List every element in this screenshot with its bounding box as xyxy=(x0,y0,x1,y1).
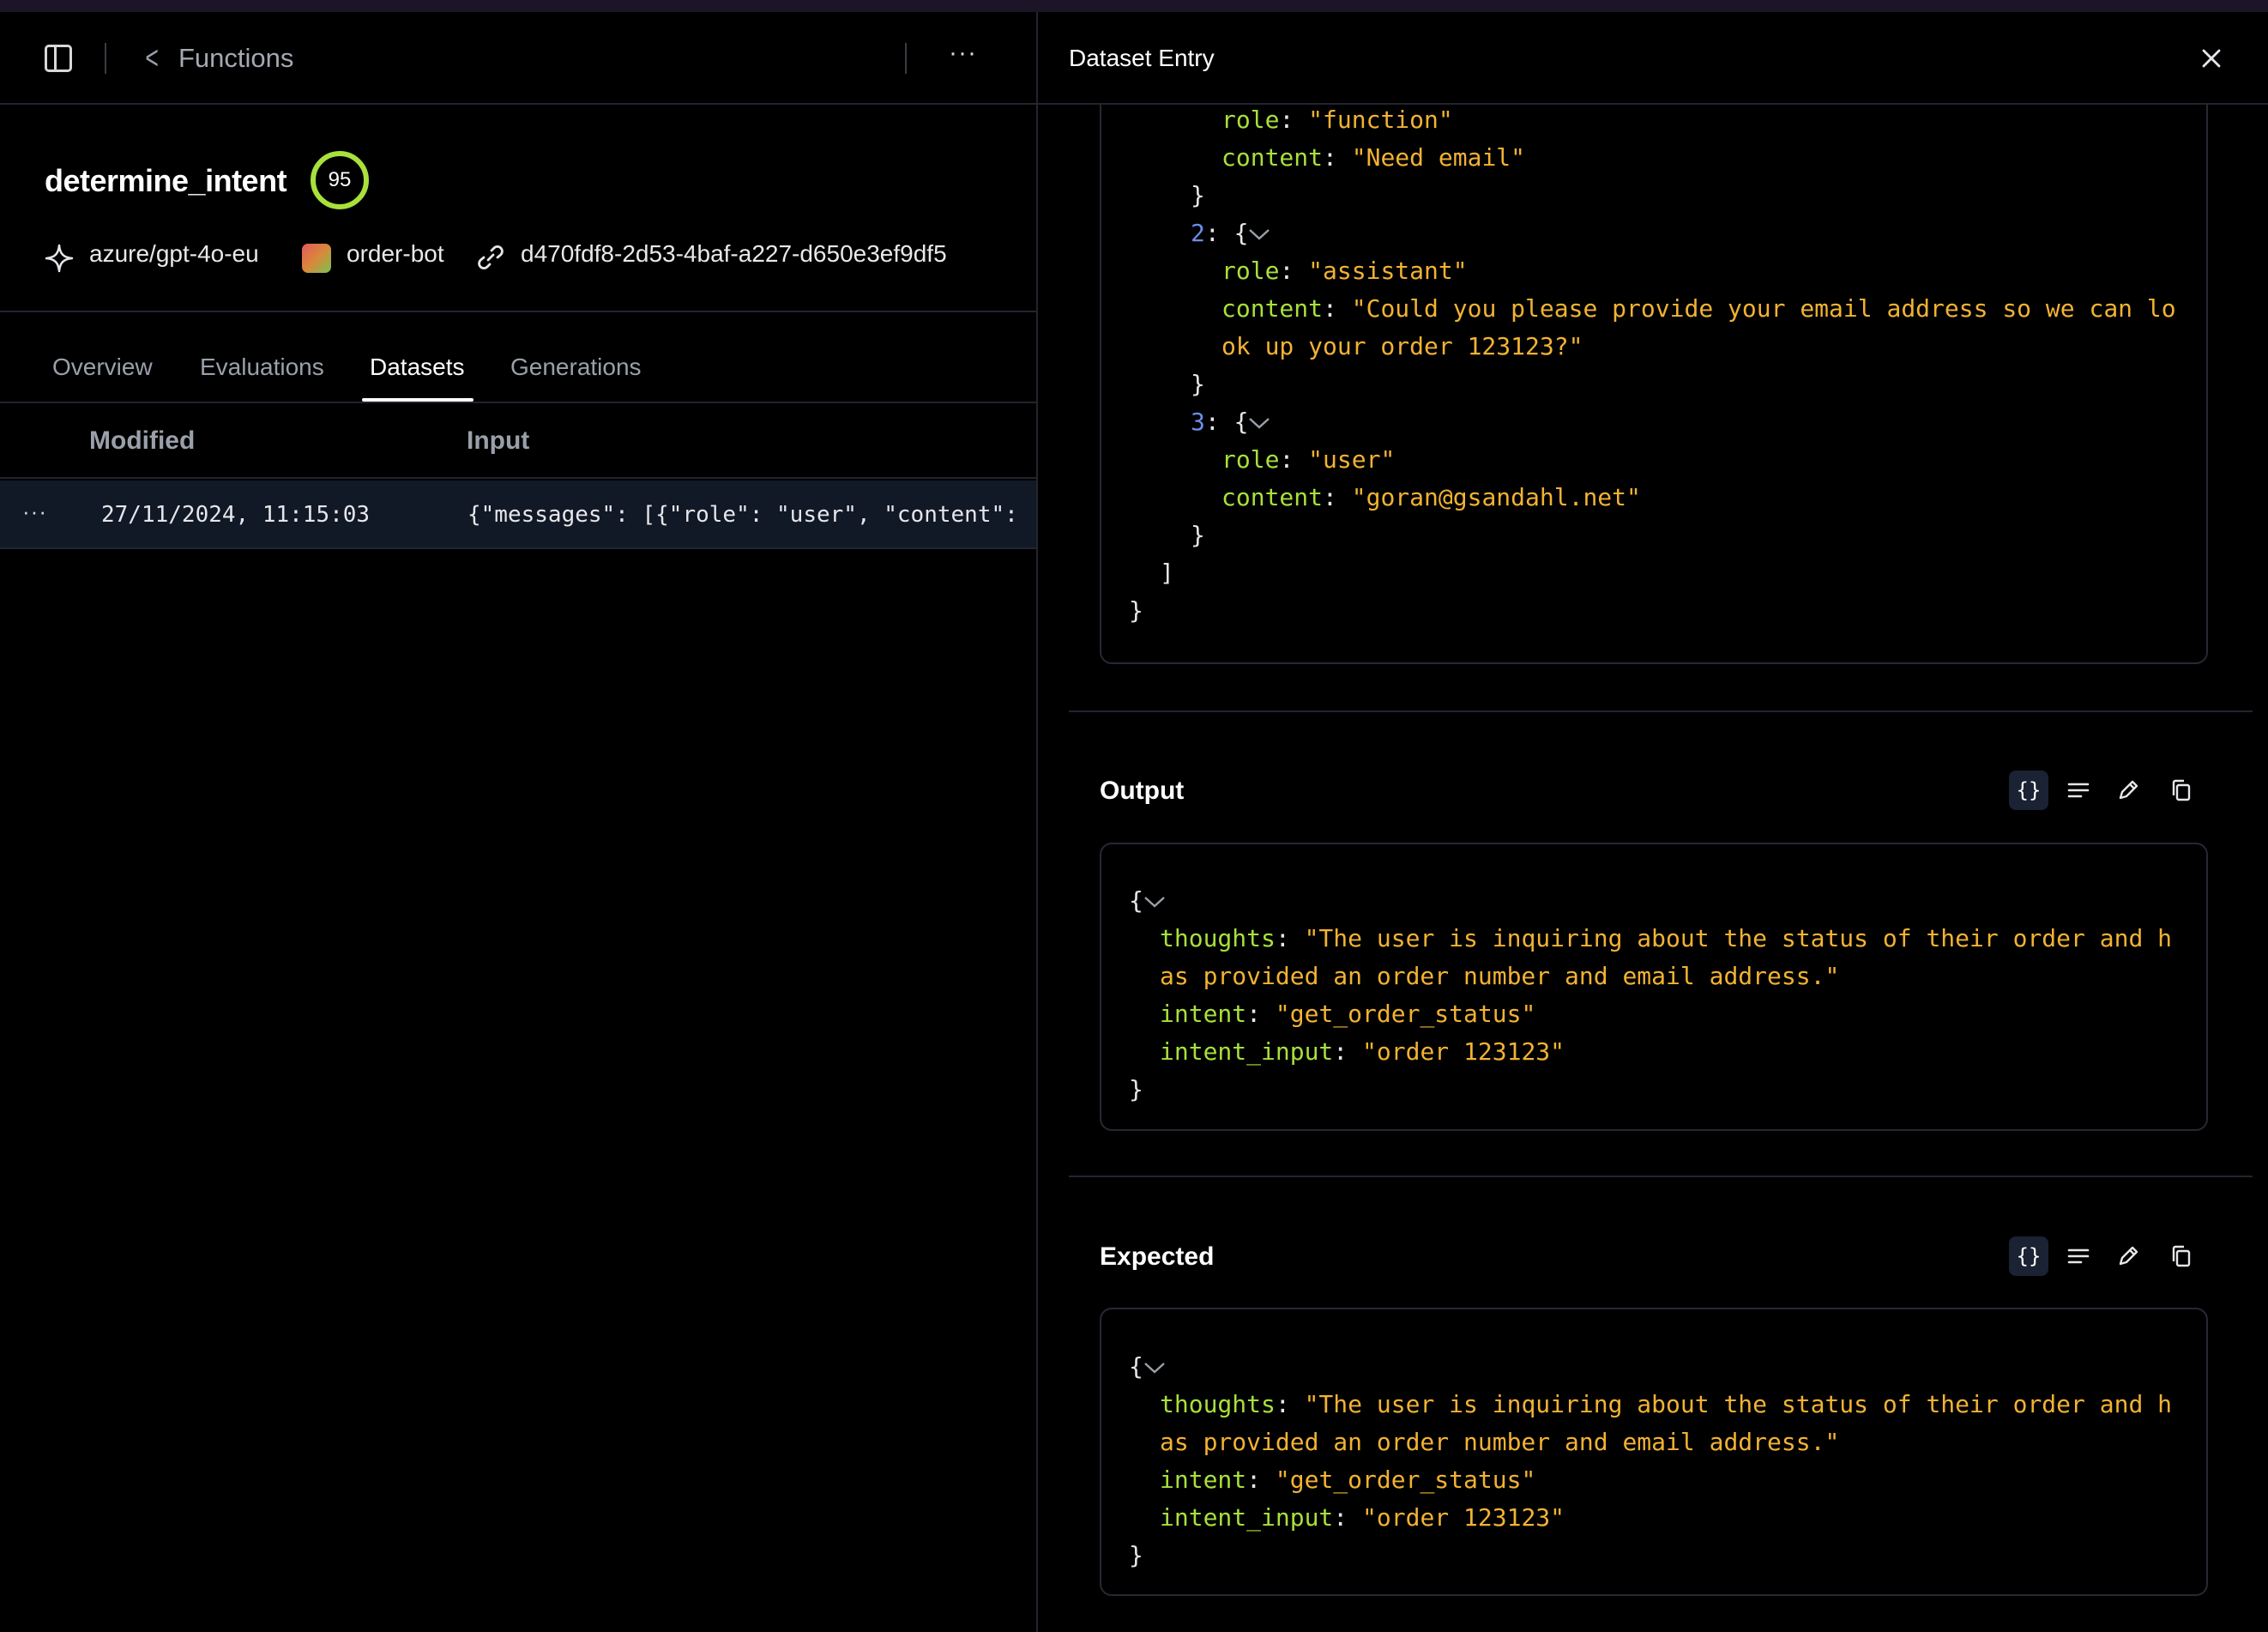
json-value: "user" xyxy=(1308,445,1396,474)
cell-modified: 27/11/2024, 11:15:03 xyxy=(101,502,371,528)
tab-datasets[interactable]: Datasets xyxy=(370,352,465,383)
json-value: "The user is inquiring about the status … xyxy=(1304,924,2173,952)
chevron-down-icon[interactable] xyxy=(1248,228,1270,240)
tab-generations[interactable]: Generations xyxy=(510,352,642,383)
edit-button[interactable] xyxy=(2108,771,2148,810)
column-header-modified[interactable]: Modified xyxy=(89,426,195,456)
chevron-left-icon[interactable]: < xyxy=(145,42,159,75)
json-value: as provided an order number and email ad… xyxy=(1160,962,1840,990)
close-icon[interactable] xyxy=(2196,43,2227,74)
json-value: as provided an order number and email ad… xyxy=(1160,1428,1840,1456)
cell-input: {"messages": [{"role": "user", "content"… xyxy=(467,502,1034,528)
sidebar-toggle-icon[interactable] xyxy=(45,45,72,72)
bot-label[interactable]: order-bot xyxy=(347,237,444,271)
pencil-icon xyxy=(2119,1246,2138,1266)
functions-panel: < Functions ··· determine_intent 95 azur… xyxy=(0,12,1036,1632)
dataset-entry-header: Dataset Entry xyxy=(1038,12,2268,105)
pencil-icon xyxy=(2119,780,2138,800)
table-row[interactable]: ··· 27/11/2024, 11:15:03 {"messages": [{… xyxy=(0,481,1036,549)
text-view-button[interactable] xyxy=(2059,771,2098,810)
json-value: "order 123123" xyxy=(1362,1037,1565,1066)
array-index: 2 xyxy=(1191,219,1205,247)
function-name: determine_intent xyxy=(45,163,287,198)
copy-button[interactable] xyxy=(2162,1236,2201,1276)
panel-title: Dataset Entry xyxy=(1069,45,1215,71)
json-view-button[interactable]: {} xyxy=(2009,1236,2048,1276)
input-code: role: "function" content: "Need email" }… xyxy=(1129,106,2176,625)
chevron-down-icon[interactable] xyxy=(1143,1362,1166,1374)
dataset-entry-panel: Dataset Entry role: "function" content: … xyxy=(1036,12,2268,1632)
json-key: intent xyxy=(1160,1000,1247,1028)
json-key: content xyxy=(1221,294,1324,323)
json-key: role xyxy=(1221,106,1280,134)
json-value: "function" xyxy=(1308,106,1453,134)
json-value: ok up your order 123123?" xyxy=(1221,332,1583,360)
json-value: "goran@gsandahl.net" xyxy=(1351,483,1641,511)
section-divider xyxy=(1069,1176,2253,1177)
function-id[interactable]: d470fdf8-2d53-4baf-a227-d650e3ef9df5 xyxy=(521,237,947,271)
text-view-button[interactable] xyxy=(2059,1236,2098,1276)
tab-overview[interactable]: Overview xyxy=(52,352,153,383)
json-value: "The user is inquiring about the status … xyxy=(1304,1390,2173,1418)
bot-avatar xyxy=(302,244,331,273)
section-divider xyxy=(0,311,1036,312)
json-key: intent_input xyxy=(1160,1037,1334,1066)
json-value: "order 123123" xyxy=(1362,1503,1565,1532)
tab-evaluations[interactable]: Evaluations xyxy=(200,352,324,383)
section-divider xyxy=(1069,710,2253,712)
json-value: "Need email" xyxy=(1351,143,1526,172)
breadcrumb-functions[interactable]: Functions xyxy=(178,43,293,74)
copy-icon xyxy=(2172,1245,2191,1267)
header-divider xyxy=(905,43,907,74)
json-key: intent xyxy=(1160,1466,1247,1494)
lines-icon xyxy=(2067,783,2090,798)
braces-icon: {} xyxy=(2016,1244,2042,1268)
output-title: Output xyxy=(1100,777,1185,805)
function-tabs: Overview Evaluations Datasets Generation… xyxy=(0,338,1036,403)
sparkle-icon xyxy=(45,244,74,273)
json-key: content xyxy=(1221,483,1324,511)
table-header: Modified Input xyxy=(0,407,1036,479)
json-value: "get_order_status" xyxy=(1275,1000,1536,1028)
chevron-down-icon[interactable] xyxy=(1143,896,1166,908)
functions-header: < Functions ··· xyxy=(0,12,1036,105)
link-icon xyxy=(478,245,504,269)
copy-button[interactable] xyxy=(2162,771,2201,810)
active-tab-indicator xyxy=(362,398,474,402)
expected-code: { thoughts: "The user is inquiring about… xyxy=(1129,1352,2173,1569)
window-top-bar xyxy=(0,0,2268,12)
expected-title: Expected xyxy=(1100,1242,1215,1271)
json-key: content xyxy=(1221,143,1324,172)
row-options-button[interactable]: ··· xyxy=(22,496,47,527)
header-divider xyxy=(105,43,106,74)
array-index: 3 xyxy=(1191,408,1205,436)
lines-icon xyxy=(2067,1248,2090,1264)
chevron-down-icon[interactable] xyxy=(1248,417,1270,429)
json-key: thoughts xyxy=(1160,924,1276,952)
column-header-input[interactable]: Input xyxy=(467,426,529,456)
json-key: role xyxy=(1221,445,1280,474)
json-value: "assistant" xyxy=(1308,257,1468,285)
json-view-button[interactable]: {} xyxy=(2009,771,2048,810)
copy-icon xyxy=(2172,779,2191,801)
json-value: "get_order_status" xyxy=(1275,1466,1536,1494)
json-key: thoughts xyxy=(1160,1390,1276,1418)
model-label: azure/gpt-4o-eu xyxy=(89,240,259,267)
more-options-button[interactable]: ··· xyxy=(949,38,977,69)
json-key: role xyxy=(1221,257,1280,285)
output-code: { thoughts: "The user is inquiring about… xyxy=(1129,886,2173,1103)
edit-button[interactable] xyxy=(2108,1236,2148,1276)
score-value: 95 xyxy=(328,168,352,191)
json-key: intent_input xyxy=(1160,1503,1334,1532)
json-value: "Could you please provide your email add… xyxy=(1351,294,2176,323)
braces-icon: {} xyxy=(2016,778,2042,802)
